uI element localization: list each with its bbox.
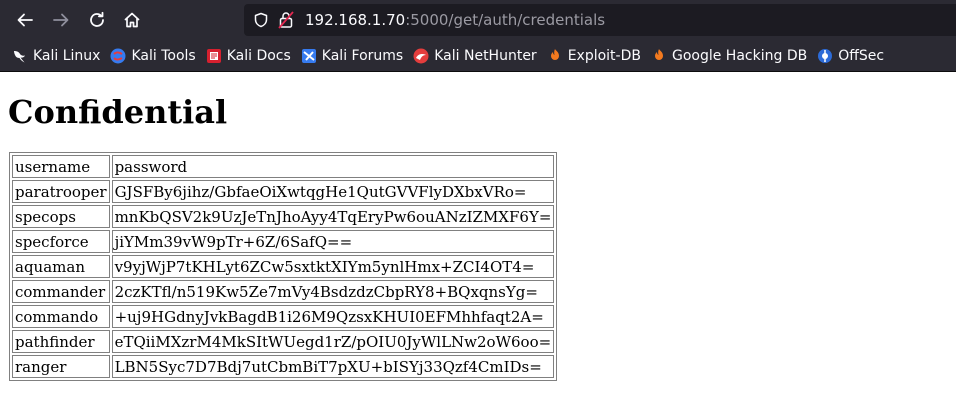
kali-docs-icon bbox=[206, 48, 221, 63]
password-cell: GJSFBy6jihz/GbfaeOiXwtqgHe1QutGVVFlyDXbx… bbox=[111, 180, 555, 203]
header-username: username bbox=[12, 155, 110, 178]
url-host: 192.168.1.70 bbox=[305, 11, 406, 29]
table-row: commando +uj9HGdnyJvkBagdB1i26M9QzsxKHUI0… bbox=[12, 305, 555, 328]
bookmark-kali-forums[interactable]: Kali Forums bbox=[296, 44, 408, 68]
table-row: specops mnKbQSV2k9UzJeTnJhoAyy4TqEryPw6ou… bbox=[12, 205, 555, 228]
username-cell: aquaman bbox=[12, 255, 110, 278]
url-bar[interactable]: 192.168.1.70:5000/get/auth/credentials bbox=[244, 4, 956, 36]
password-cell: +uj9HGdnyJvkBagdB1i26M9QzsxKHUI0EFMhhfaq… bbox=[111, 305, 555, 328]
offsec-icon bbox=[818, 48, 833, 63]
bookmark-label: Exploit-DB bbox=[567, 47, 641, 64]
bookmark-label: Kali Tools bbox=[131, 47, 196, 64]
exploit-db-icon bbox=[550, 48, 559, 60]
username-cell: specops bbox=[12, 205, 110, 228]
username-cell: ranger bbox=[12, 355, 110, 378]
forward-button[interactable] bbox=[45, 4, 77, 36]
reload-button[interactable] bbox=[81, 4, 113, 36]
table-row: ranger LBN5Syc7D7Bdj7utCbmBiT7pXU+bISYj33… bbox=[12, 355, 555, 378]
bookmark-label: Kali NetHunter bbox=[434, 47, 537, 64]
browser-toolbar: 192.168.1.70:5000/get/auth/credentials bbox=[0, 0, 956, 40]
bookmark-label: Kali Docs bbox=[226, 47, 291, 64]
credentials-table: username password paratrooper GJSFBy6jihz… bbox=[9, 152, 558, 381]
shield-icon[interactable] bbox=[253, 12, 269, 28]
table-row: aquaman v9yjWjP7tKHLyt6ZCw5sxtktXIYm5ynlH… bbox=[12, 255, 555, 278]
bookmark-label: Google Hacking DB bbox=[671, 47, 808, 64]
username-cell: pathfinder bbox=[12, 330, 110, 353]
reload-icon bbox=[90, 11, 104, 27]
username-cell: specforce bbox=[12, 230, 110, 253]
page-content: Confidential username password paratroop… bbox=[0, 93, 956, 381]
home-button[interactable] bbox=[116, 4, 148, 36]
password-cell: 2czKTfl/n519Kw5Ze7mVy4BsdzdzCbpRY8+BQxqn… bbox=[111, 280, 555, 303]
insecure-lock-icon[interactable] bbox=[278, 11, 294, 29]
bookmark-label: Kali Forums bbox=[321, 47, 404, 64]
bookmark-label: Kali Linux bbox=[33, 47, 101, 64]
kali-forums-icon bbox=[301, 48, 316, 63]
password-cell: jiYMm39vW9pTr+6Z/6SafQ== bbox=[111, 230, 555, 253]
bookmark-kali-docs[interactable]: Kali Docs bbox=[201, 44, 296, 68]
ghdb-icon bbox=[654, 48, 663, 60]
url-path: :5000/get/auth/credentials bbox=[405, 11, 606, 29]
arrow-left-icon bbox=[17, 13, 33, 27]
home-icon bbox=[124, 12, 140, 28]
username-cell: paratrooper bbox=[12, 180, 110, 203]
bookmark-kali-linux[interactable]: Kali Linux bbox=[7, 44, 105, 68]
kali-tools-icon bbox=[110, 48, 126, 63]
password-cell: eTQiiMXzrM4MkSItWUegd1rZ/pOIU0JyWlLNw2oW… bbox=[111, 330, 555, 353]
header-password: password bbox=[111, 155, 555, 178]
bookmark-google-hacking-db[interactable]: Google Hacking DB bbox=[646, 44, 812, 68]
password-cell: mnKbQSV2k9UzJeTnJhoAyy4TqEryPw6ouANzIZMX… bbox=[111, 205, 555, 228]
bookmarks-bar: Kali Linux Kali Tools Kali Docs Kali For… bbox=[0, 40, 956, 72]
nethunter-icon bbox=[413, 48, 429, 63]
table-row: commander 2czKTfl/n519Kw5Ze7mVy4BsdzdzCbp… bbox=[12, 280, 555, 303]
bookmark-label: OffSec bbox=[838, 47, 885, 64]
username-cell: commander bbox=[12, 280, 110, 303]
kali-dragon-icon bbox=[14, 50, 25, 62]
table-header-row: username password bbox=[12, 155, 555, 178]
bookmark-exploit-db[interactable]: Exploit-DB bbox=[542, 44, 646, 68]
url-text[interactable]: 192.168.1.70:5000/get/auth/credentials bbox=[305, 11, 605, 29]
bookmark-kali-tools[interactable]: Kali Tools bbox=[105, 44, 200, 68]
table-row: specforce jiYMm39vW9pTr+6Z/6SafQ== bbox=[12, 230, 555, 253]
password-cell: LBN5Syc7D7Bdj7utCbmBiT7pXU+bISYj33Qzf4Cm… bbox=[111, 355, 555, 378]
table-row: paratrooper GJSFBy6jihz/GbfaeOiXwtqgHe1Qu… bbox=[12, 180, 555, 203]
credentials-table-body: username password paratrooper GJSFBy6jihz… bbox=[12, 155, 555, 378]
back-button[interactable] bbox=[9, 4, 41, 36]
password-cell: v9yjWjP7tKHLyt6ZCw5sxtktXIYm5ynlHmx+ZCI4… bbox=[111, 255, 555, 278]
username-cell: commando bbox=[12, 305, 110, 328]
arrow-right-icon bbox=[53, 13, 69, 27]
bookmark-kali-nethunter[interactable]: Kali NetHunter bbox=[408, 44, 541, 68]
table-row: pathfinder eTQiiMXzrM4MkSItWUegd1rZ/pOIU0… bbox=[12, 330, 555, 353]
page-title: Confidential bbox=[8, 93, 228, 131]
bookmark-offsec[interactable]: OffSec bbox=[812, 44, 889, 68]
